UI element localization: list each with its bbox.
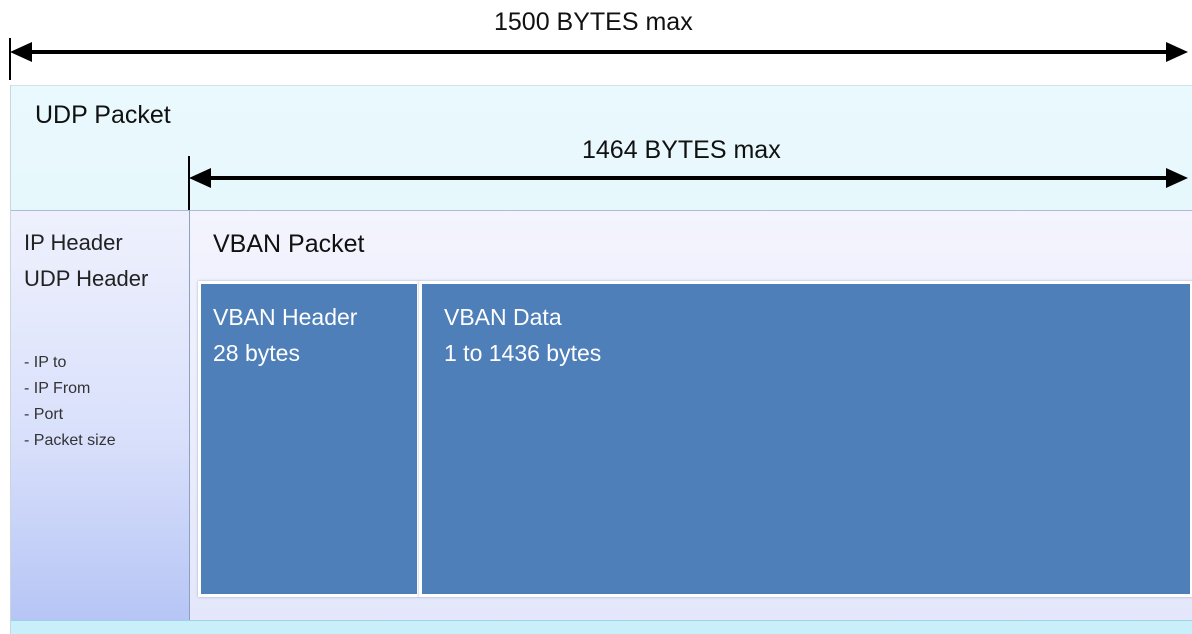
total-size-arrow: [9, 38, 1188, 80]
dimension-arrows: [9, 38, 1188, 210]
payload-size-arrow: [188, 156, 1188, 210]
packet-structure-diagram: 1500 BYTES max UDP Packet 1464 BYTES max…: [0, 0, 1192, 634]
